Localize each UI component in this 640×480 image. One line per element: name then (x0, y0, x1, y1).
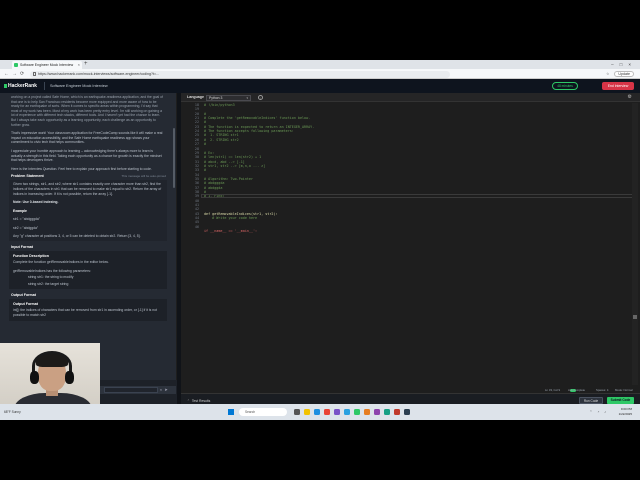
code-area[interactable]: 18 19 20 21 22 23 24 25 26 27 28 29 30 31 32 33 34 35 36 37… (181, 103, 640, 385)
file-explorer-icon[interactable] (304, 409, 310, 415)
chat-message: I appreciate your humble approach to lea… (11, 148, 162, 163)
lock-icon (33, 72, 36, 76)
code-line: if __name__ == '__main__': (204, 229, 258, 234)
input-format-heading: Input Format (11, 245, 33, 250)
info-icon[interactable]: i (258, 95, 263, 100)
hackerrank-logo[interactable]: HackerRank (4, 82, 37, 90)
system-tray-icons[interactable]: ⌃ ◔ ♪ (590, 407, 608, 417)
output-format-heading: Output Format (11, 293, 36, 298)
output-format-card: Output Format int[]: the indices of char… (9, 299, 167, 321)
param-item: string str2: the target string (28, 281, 69, 286)
clock-date: 1/22/2025 (618, 412, 632, 416)
app-icon[interactable] (354, 409, 360, 415)
update-button[interactable]: Update (614, 71, 634, 77)
example-line: str1 = "abdgggda" (13, 217, 41, 222)
hackerrank-favicon-icon (14, 63, 18, 67)
problem-statement-header: Problem Statement This message will be a… (0, 171, 176, 179)
close-tab-icon[interactable]: × (78, 61, 80, 69)
problem-note: Note: Use 0-based indexing. (13, 200, 59, 205)
window-controls[interactable]: –□× (611, 60, 637, 69)
windows-start-icon[interactable] (228, 409, 234, 415)
app-icon[interactable] (334, 409, 340, 415)
pinned-hint: This message will be auto-pinned (121, 174, 166, 179)
problem-statement-text: Given two strings, str1, and str2, where… (13, 182, 162, 196)
code-line: # (204, 142, 207, 147)
url-field[interactable]: https://www.hackerrank.com/mock-intervie… (30, 70, 450, 78)
output-format-text: int[]: the indices of characters that ca… (13, 308, 157, 318)
browser-tab-bar: Software Engineer Mock Interview × + –□× (0, 60, 640, 69)
code-line: # !/bin/python3 (204, 103, 235, 107)
line-number: 46 (194, 224, 199, 229)
example-line: str2 = "abdggda" (13, 225, 39, 230)
app-icon[interactable] (394, 409, 400, 415)
app-icon[interactable] (384, 409, 390, 415)
taskbar-clock[interactable]: 9:00 PM 1/22/2025 (619, 407, 632, 417)
app-icon[interactable] (374, 409, 380, 415)
left-panel-scrollbar[interactable] (173, 128, 175, 188)
app-icon[interactable] (344, 409, 350, 415)
app-icon[interactable] (364, 409, 370, 415)
editor-scroll-thumb[interactable] (633, 315, 637, 319)
chat-send-icons[interactable]: ◐➤ (160, 386, 170, 394)
task-view-icon[interactable] (294, 409, 300, 415)
url-text: https://www.hackerrank.com/mock-intervie… (38, 71, 160, 76)
chat-input-bar: ◐➤ (100, 386, 176, 394)
headphone-ear-left (30, 371, 39, 384)
app-icon[interactable] (404, 409, 410, 415)
taskbar-search[interactable]: Search (239, 408, 287, 416)
problem-panel: working on a project called Safe Home, w… (0, 93, 176, 380)
problem-statement-card: Given two strings, str1, and str2, where… (9, 180, 167, 242)
os-taskbar: 68°F Sunny Search ⌃ ◔ ♪ 9:00 PM 1/22/202… (0, 404, 640, 420)
editor-scrollbar[interactable] (632, 103, 638, 385)
code-line: # abdggda (204, 185, 223, 190)
interview-title: Software Engineer Mock Interview (50, 84, 108, 88)
submit-code-button[interactable]: Submit Code (607, 397, 634, 404)
gear-icon[interactable]: ⚙ (628, 94, 632, 101)
language-label: Language (187, 95, 204, 99)
code-line: # Write your code here (204, 216, 258, 221)
run-code-button[interactable]: Run Code (579, 397, 603, 404)
logo-mark-icon (4, 84, 7, 88)
end-interview-button[interactable]: End Interview (602, 82, 634, 90)
browser-address-bar: ←→⟳ https://www.hackerrank.com/mock-inte… (0, 69, 640, 79)
logo-text: HackerRank (8, 83, 37, 89)
chrome-icon[interactable] (324, 409, 330, 415)
current-line-highlight (201, 194, 636, 199)
code-editor: Language Python 3 ▾ i ⚙ 18 19 20 21 22 23 24 25… (181, 93, 640, 393)
chevron-down-icon: ▾ (246, 95, 248, 100)
chat-input[interactable] (104, 387, 158, 393)
language-select[interactable]: Python 3 ▾ (206, 94, 251, 101)
example-explanation: Any "g" character at positions 3, 4, or … (13, 234, 141, 239)
code-line: # str1, str2 --> [m,n,o ... z] (204, 163, 266, 168)
browser-right-controls: ☆ Update (606, 69, 634, 79)
browser-nav-icons[interactable]: ←→⟳ (4, 69, 27, 79)
params-intro: getRemovableIndices has the following pa… (13, 268, 91, 273)
browser-tab[interactable]: Software Engineer Mock Interview × (12, 61, 82, 69)
code-line: # Complete the 'getRemovableIndices' fun… (204, 116, 311, 121)
function-description-card: Function Description Complete the functi… (9, 251, 167, 290)
timer-badge: 48 minutes (552, 82, 578, 90)
new-tab-button[interactable]: + (84, 60, 88, 69)
screen: Software Engineer Mock Interview × + –□×… (0, 60, 640, 420)
function-description-text: Complete the function getRemovableIndice… (13, 260, 109, 265)
browser-tab-title: Software Engineer Mock Interview (20, 63, 74, 67)
language-value: Python 3 (209, 95, 223, 100)
app-header: HackerRank Software Engineer Mock Interv… (0, 79, 640, 93)
star-icon[interactable]: ☆ (606, 72, 609, 76)
chat-message: That's impressive work! Your classroom a… (11, 131, 163, 145)
headphone-ear-right (65, 371, 74, 384)
editor-toolbar: Language Python 3 ▾ i ⚙ (181, 93, 640, 102)
chevron-up-icon: ⌃ (187, 399, 190, 403)
code-line: # 2. STRING str2 (204, 137, 239, 142)
test-results-label: Test Results (191, 399, 211, 403)
example-heading: Example (13, 208, 27, 213)
chat-message: working on a project called Safe Home, w… (11, 95, 163, 127)
param-item: string str1: the string to modify (28, 275, 74, 280)
code-line: # (204, 168, 207, 173)
header-divider (44, 82, 45, 90)
weather-widget[interactable]: 68°F Sunny (4, 407, 21, 417)
edge-icon[interactable] (314, 409, 320, 415)
